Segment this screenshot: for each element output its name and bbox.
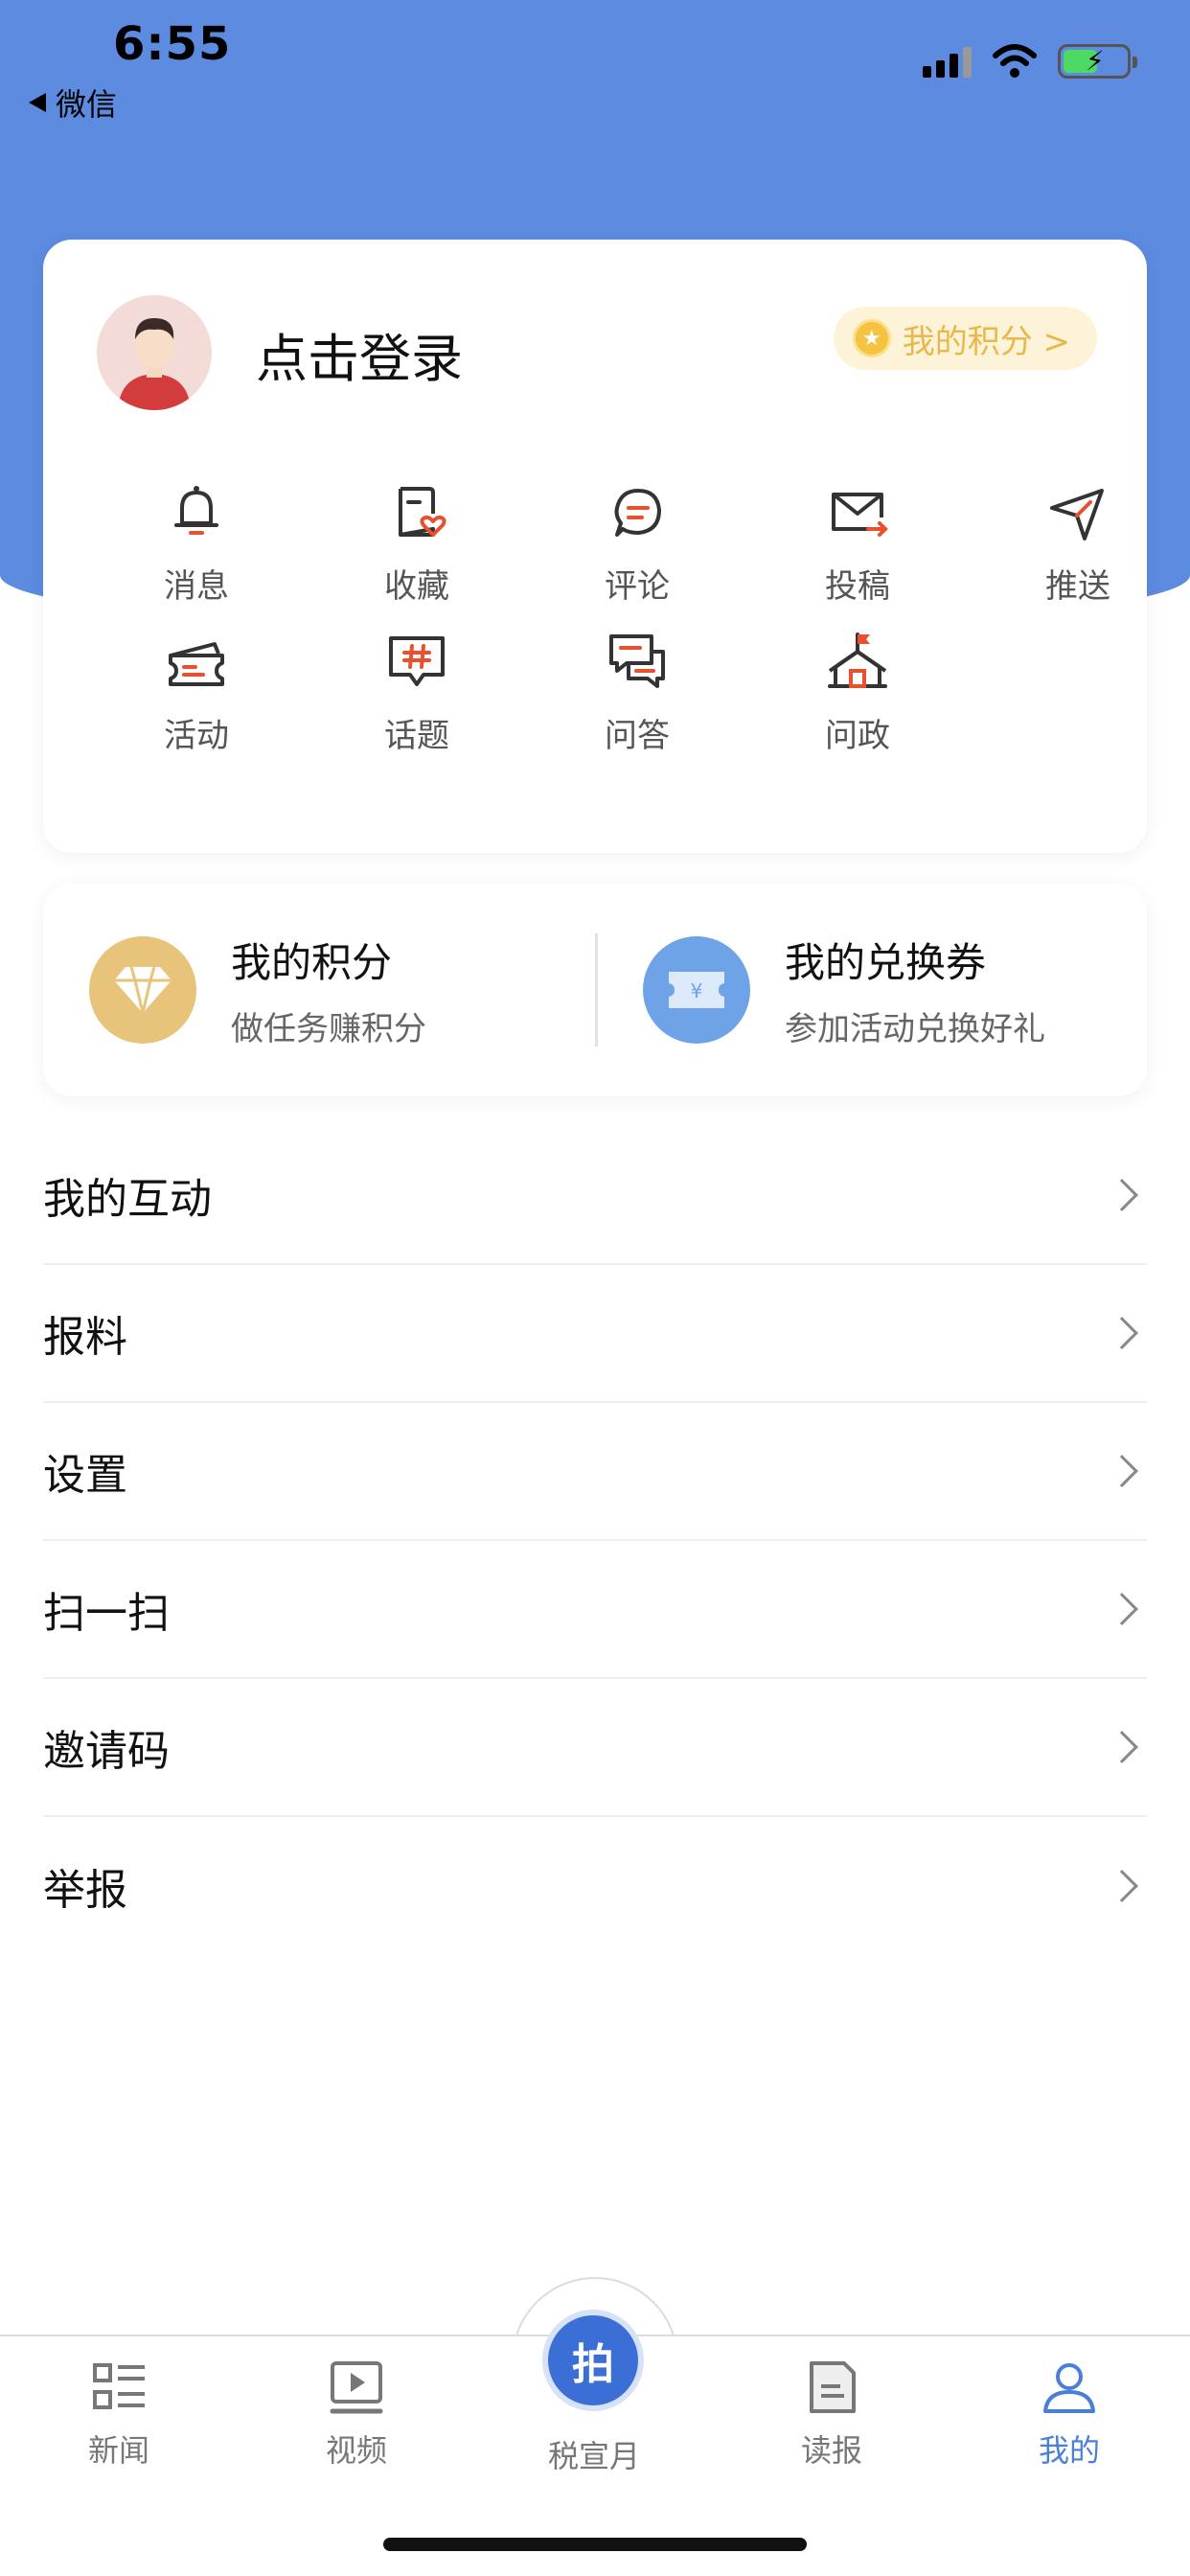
quick-action-comments[interactable]: 评论 bbox=[551, 479, 723, 607]
settings-menu-list: 我的互动 报料 设置 扫一扫 邀请码 举报 bbox=[43, 1127, 1147, 1955]
shoot-center-button[interactable]: 拍 bbox=[548, 2315, 638, 2405]
chevron-right-icon bbox=[1106, 1317, 1138, 1349]
hashtag-icon bbox=[389, 636, 445, 686]
back-triangle-icon bbox=[29, 93, 46, 112]
quick-action-label: 问答 bbox=[605, 717, 670, 755]
svg-text:¥: ¥ bbox=[691, 979, 703, 1002]
send-arrow-icon bbox=[1050, 489, 1104, 540]
tab-newspaper[interactable]: 读报 bbox=[755, 2358, 908, 2471]
my-coupons-subtitle: 参加活动兑换好礼 bbox=[785, 1010, 1045, 1048]
user-profile-icon bbox=[1043, 2363, 1095, 2413]
profile-card: 点击登录 ★ 我的积分 > 消息 收藏 评论 投稿 推送 活动 话题 问答 问政 bbox=[43, 240, 1147, 853]
my-coupons-title: 我的兑换券 bbox=[785, 939, 987, 986]
coin-star-icon: ★ bbox=[852, 319, 891, 357]
tab-news[interactable]: 新闻 bbox=[42, 2358, 195, 2471]
tab-label: 新闻 bbox=[87, 2432, 149, 2469]
tab-mine[interactable]: 我的 bbox=[993, 2358, 1146, 2471]
news-list-icon bbox=[93, 2363, 145, 2409]
newspaper-icon bbox=[810, 2361, 856, 2413]
cellular-signal-icon bbox=[923, 45, 972, 78]
menu-item-scan[interactable]: 扫一扫 bbox=[43, 1541, 1147, 1679]
rewards-card: 我的积分 做任务赚积分 ¥ 我的兑换券 参加活动兑换好礼 bbox=[43, 884, 1147, 1096]
quick-action-label: 收藏 bbox=[384, 567, 449, 606]
chevron-right-icon bbox=[1106, 1593, 1138, 1625]
qa-icon bbox=[609, 634, 665, 688]
quick-action-push[interactable]: 推送 bbox=[992, 479, 1164, 607]
bell-icon bbox=[174, 486, 218, 535]
menu-item-label: 扫一扫 bbox=[43, 1589, 170, 1638]
coupon-icon: ¥ bbox=[643, 936, 750, 1044]
menu-item-tip-off[interactable]: 报料 bbox=[43, 1265, 1147, 1403]
tab-label: 我的 bbox=[1038, 2432, 1100, 2469]
quick-action-label: 消息 bbox=[164, 567, 229, 606]
quick-action-messages[interactable]: 消息 bbox=[110, 479, 283, 607]
diamond-icon bbox=[89, 936, 196, 1044]
wifi-icon bbox=[993, 44, 1037, 78]
status-time: 6:55 bbox=[113, 17, 232, 71]
quick-action-favorites[interactable]: 收藏 bbox=[331, 479, 503, 607]
quick-action-qa[interactable]: 问答 bbox=[551, 629, 723, 756]
menu-item-settings[interactable]: 设置 bbox=[43, 1403, 1147, 1541]
tab-label: 视频 bbox=[325, 2432, 387, 2469]
chevron-right-icon bbox=[1106, 1179, 1138, 1211]
my-points-title: 我的积分 bbox=[231, 939, 393, 986]
my-coupons-entry[interactable]: ¥ 我的兑换券 参加活动兑换好礼 bbox=[643, 884, 1045, 1096]
login-prompt[interactable]: 点击登录 bbox=[256, 316, 463, 392]
status-bar: 6:55 微信 ⚡ bbox=[0, 0, 1190, 125]
tab-tax-month-label[interactable]: 税宣月 bbox=[517, 2432, 671, 2476]
quick-action-topics[interactable]: 话题 bbox=[331, 629, 503, 756]
chevron-right-icon bbox=[1106, 1870, 1138, 1902]
comment-icon bbox=[614, 489, 661, 537]
back-app-label: 微信 bbox=[56, 86, 118, 123]
avatar[interactable] bbox=[97, 295, 212, 410]
points-pill-label: 我的积分 > bbox=[902, 322, 1070, 361]
tab-label: 读报 bbox=[800, 2432, 862, 2469]
my-points-subtitle: 做任务赚积分 bbox=[231, 1010, 426, 1048]
quick-action-label: 问政 bbox=[825, 717, 890, 755]
quick-action-label: 评论 bbox=[605, 567, 670, 606]
battery-icon: ⚡ bbox=[1058, 44, 1137, 79]
chevron-right-icon bbox=[1106, 1731, 1138, 1763]
menu-item-report[interactable]: 举报 bbox=[43, 1817, 1147, 1955]
back-to-app-link[interactable]: 微信 bbox=[29, 80, 117, 125]
video-play-icon bbox=[330, 2361, 383, 2414]
quick-action-label: 投稿 bbox=[825, 567, 890, 606]
menu-item-label: 邀请码 bbox=[43, 1727, 170, 1776]
favorite-doc-icon bbox=[399, 487, 446, 537]
quick-action-label: 活动 bbox=[164, 717, 229, 755]
quick-action-submit[interactable]: 投稿 bbox=[771, 479, 944, 607]
mail-submit-icon bbox=[832, 493, 888, 537]
avatar-user-icon bbox=[97, 295, 212, 410]
ticket-icon bbox=[169, 642, 224, 686]
government-icon bbox=[828, 632, 887, 688]
my-points-pill-button[interactable]: ★ 我的积分 > bbox=[833, 307, 1097, 370]
quick-action-label: 话题 bbox=[384, 717, 449, 755]
menu-item-label: 我的互动 bbox=[43, 1175, 212, 1224]
menu-item-label: 报料 bbox=[43, 1313, 127, 1362]
menu-item-label: 举报 bbox=[43, 1866, 127, 1915]
rewards-divider bbox=[595, 933, 598, 1046]
quick-action-label: 推送 bbox=[1045, 567, 1110, 606]
my-points-entry[interactable]: 我的积分 做任务赚积分 bbox=[89, 884, 426, 1096]
status-indicators: ⚡ bbox=[923, 44, 1137, 79]
menu-item-label: 设置 bbox=[43, 1451, 127, 1500]
quick-action-government[interactable]: 问政 bbox=[771, 629, 944, 756]
home-indicator[interactable] bbox=[383, 2538, 807, 2551]
tab-video[interactable]: 视频 bbox=[280, 2358, 433, 2471]
menu-item-my-interactions[interactable]: 我的互动 bbox=[43, 1127, 1147, 1265]
quick-action-events[interactable]: 活动 bbox=[110, 629, 283, 756]
chevron-right-icon bbox=[1106, 1455, 1138, 1487]
menu-item-invite-code[interactable]: 邀请码 bbox=[43, 1679, 1147, 1817]
